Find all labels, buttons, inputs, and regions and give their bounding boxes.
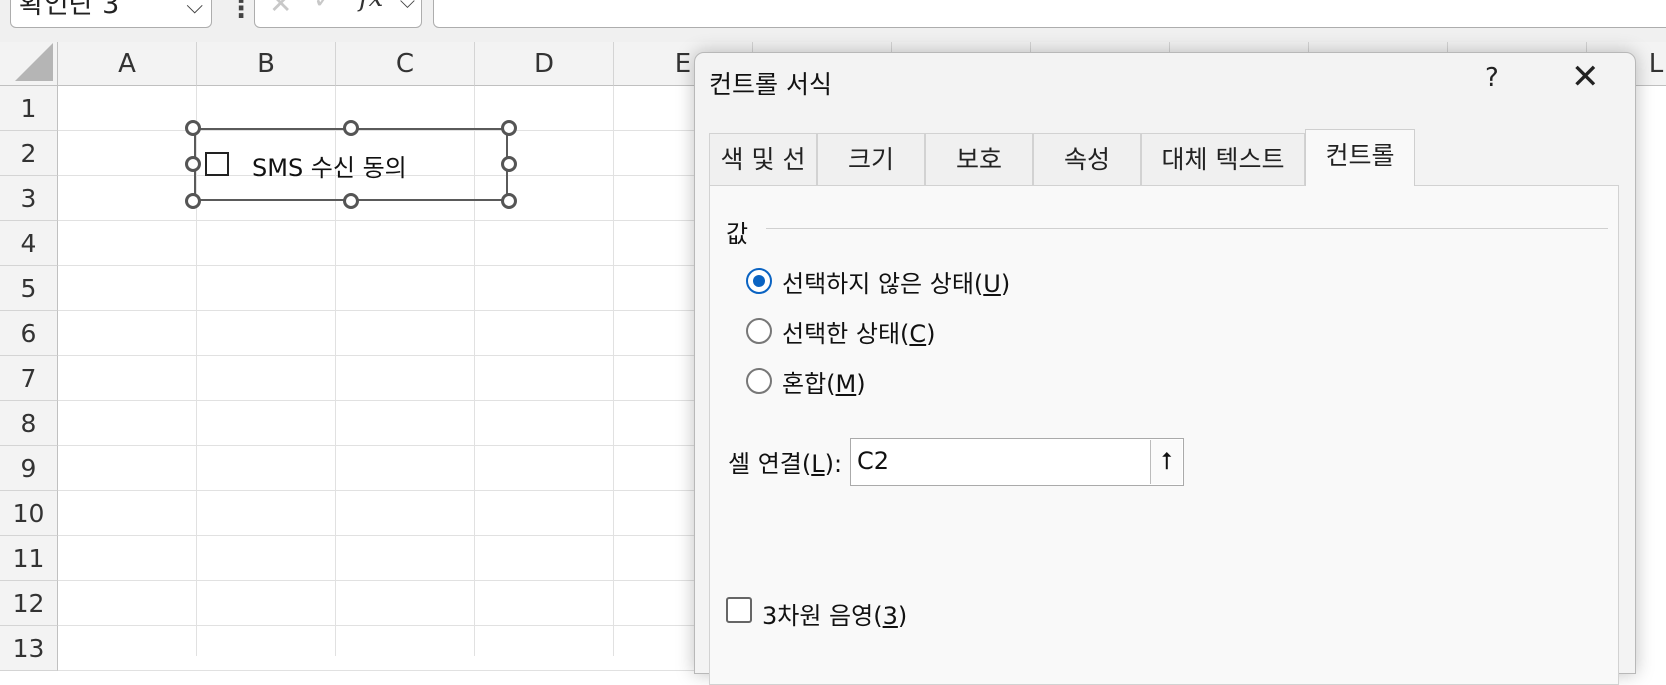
- gridline: [58, 535, 698, 536]
- formula-input[interactable]: [433, 0, 1666, 28]
- select-all-icon: [15, 43, 53, 81]
- group-divider: [766, 228, 1608, 229]
- column-header[interactable]: D: [475, 42, 614, 86]
- control-tab-panel: 값 선택하지 않은 상태(U) 선택한 상태(C) 혼합(M) 셀 연결(L):…: [709, 185, 1619, 685]
- radio-mixed-label[interactable]: 혼합(M): [782, 364, 866, 399]
- row-header[interactable]: 9: [0, 446, 58, 491]
- row-header[interactable]: 11: [0, 536, 58, 581]
- 3d-shading-checkbox[interactable]: [726, 597, 752, 623]
- column-header[interactable]: A: [58, 42, 197, 86]
- insert-function-icon[interactable]: fx: [359, 0, 383, 13]
- gridline: [58, 490, 698, 491]
- gridline: [58, 265, 698, 266]
- enter-icon[interactable]: ✓: [313, 0, 335, 15]
- radio-unchecked-label[interactable]: 선택하지 않은 상태(U): [782, 264, 1010, 299]
- tab-protection[interactable]: 보호: [925, 133, 1033, 185]
- row-header[interactable]: 12: [0, 581, 58, 626]
- radio-unchecked[interactable]: [746, 268, 772, 294]
- gridline: [58, 355, 698, 356]
- gridline: [58, 670, 698, 671]
- resize-handle[interactable]: [501, 120, 517, 136]
- tab-alt-text[interactable]: 대체 텍스트: [1141, 133, 1305, 185]
- 3d-shading-label[interactable]: 3차원 음영(3): [762, 596, 907, 631]
- formula-actions: ✕ ✓ fx ⌵: [254, 0, 422, 28]
- cell-link-label: 셀 연결(L):: [728, 450, 843, 478]
- value-group-title: 값: [726, 220, 749, 248]
- gridline: [613, 86, 614, 656]
- select-all-button[interactable]: [0, 42, 58, 86]
- form-checkbox-label: SMS 수신 동의: [252, 154, 407, 182]
- row-header[interactable]: 1: [0, 86, 58, 131]
- more-options-icon[interactable]: ⋮: [228, 0, 254, 24]
- resize-handle[interactable]: [185, 193, 201, 209]
- row-header[interactable]: 2: [0, 131, 58, 176]
- resize-handle[interactable]: [185, 156, 201, 172]
- name-box[interactable]: 확인란 3 ⌵: [10, 0, 212, 28]
- row-header[interactable]: 7: [0, 356, 58, 401]
- gridline: [58, 445, 698, 446]
- form-checkbox[interactable]: [205, 152, 229, 176]
- collapse-dialog-icon[interactable]: ⭡: [1150, 440, 1182, 484]
- column-header[interactable]: C: [336, 42, 475, 86]
- close-icon[interactable]: ✕: [1571, 57, 1600, 97]
- name-box-value: 확인란 3: [19, 0, 120, 20]
- tab-properties[interactable]: 속성: [1033, 133, 1141, 185]
- row-header[interactable]: 5: [0, 266, 58, 311]
- help-button[interactable]: ?: [1485, 63, 1499, 93]
- gridline: [58, 625, 698, 626]
- resize-handle[interactable]: [343, 193, 359, 209]
- tab-colors-lines[interactable]: 색 및 선: [709, 133, 817, 185]
- format-control-dialog: 컨트롤 서식 ? ✕ 색 및 선 크기 보호 속성 대체 텍스트 컨트롤 값 선…: [694, 52, 1636, 685]
- formula-toolbar: 확인란 3 ⌵ ⋮ ✕ ✓ fx ⌵: [0, 0, 1666, 42]
- resize-handle[interactable]: [343, 120, 359, 136]
- cell-link-input[interactable]: C2: [850, 438, 1184, 486]
- chevron-down-icon[interactable]: ⌵: [186, 0, 203, 25]
- row-header[interactable]: 3: [0, 176, 58, 221]
- row-header[interactable]: 8: [0, 401, 58, 446]
- dialog-title: 컨트롤 서식: [709, 70, 832, 99]
- cancel-icon[interactable]: ✕: [269, 0, 292, 20]
- row-header[interactable]: 10: [0, 491, 58, 536]
- radio-checked-label[interactable]: 선택한 상태(C): [782, 314, 936, 349]
- resize-handle[interactable]: [185, 120, 201, 136]
- tab-control[interactable]: 컨트롤: [1305, 129, 1415, 186]
- column-header[interactable]: B: [197, 42, 336, 86]
- radio-mixed[interactable]: [746, 368, 772, 394]
- row-header[interactable]: 4: [0, 221, 58, 266]
- gridline: [58, 400, 698, 401]
- tab-size[interactable]: 크기: [817, 133, 925, 185]
- gridline: [58, 310, 698, 311]
- row-header[interactable]: 6: [0, 311, 58, 356]
- resize-handle[interactable]: [501, 156, 517, 172]
- row-header[interactable]: 13: [0, 626, 58, 671]
- chevron-down-icon[interactable]: ⌵: [400, 0, 415, 13]
- gridline: [58, 580, 698, 581]
- resize-handle[interactable]: [501, 193, 517, 209]
- gridline: [58, 220, 698, 221]
- radio-checked[interactable]: [746, 318, 772, 344]
